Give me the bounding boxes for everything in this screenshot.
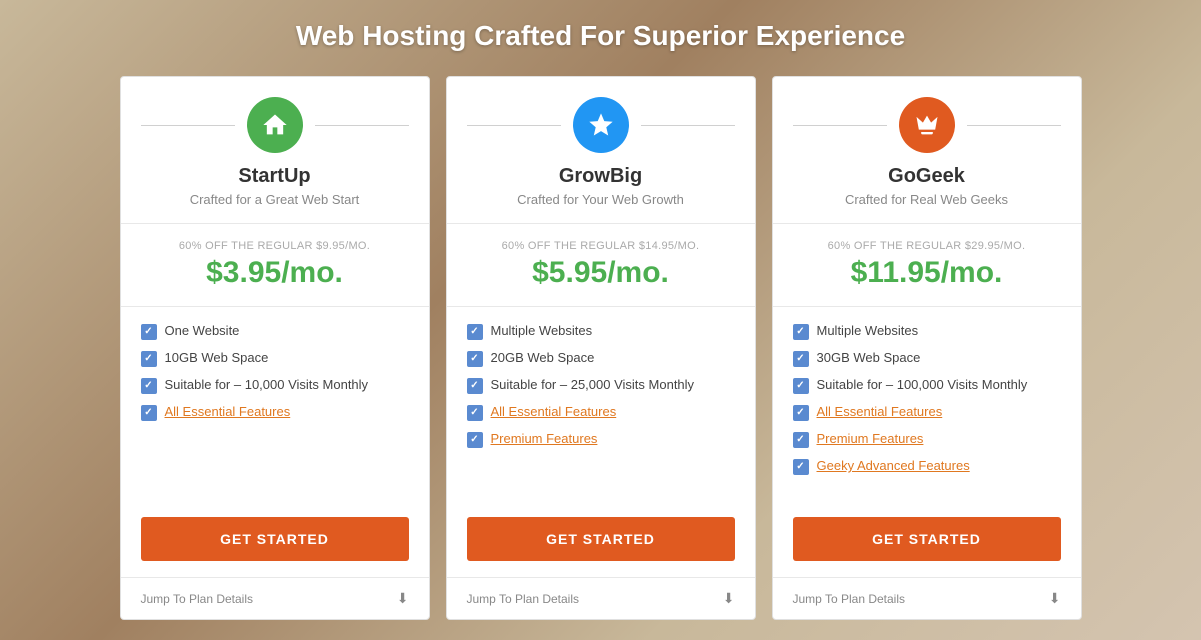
jump-to-plan-label-growbig: Jump To Plan Details — [467, 592, 580, 606]
feature-item-growbig-3: All Essential Features — [467, 404, 735, 421]
down-arrow-icon-gogeek: ⬇ — [1049, 590, 1061, 607]
feature-check-icon — [793, 324, 809, 340]
home-icon — [247, 97, 303, 153]
feature-item-startup-0: One Website — [141, 323, 409, 340]
icon-line-right — [315, 125, 409, 126]
jump-to-plan-label-gogeek: Jump To Plan Details — [793, 592, 906, 606]
plan-pricing-gogeek: 60% OFF THE REGULAR $29.95/MO. $11.95/mo… — [773, 224, 1081, 307]
plan-tagline-gogeek: Crafted for Real Web Geeks — [793, 192, 1061, 207]
feature-item-gogeek-4: Premium Features — [793, 431, 1061, 448]
feature-check-icon — [793, 459, 809, 475]
plan-icon-wrapper-startup — [141, 97, 409, 153]
star-icon — [573, 97, 629, 153]
feature-item-growbig-4: Premium Features — [467, 431, 735, 448]
plan-header-startup: StartUp Crafted for a Great Web Start — [121, 77, 429, 224]
plan-price-growbig: $5.95/mo. — [467, 256, 735, 290]
plan-cta-growbig: GET STARTED — [447, 501, 755, 577]
feature-check-icon — [141, 324, 157, 340]
feature-item-gogeek-1: 30GB Web Space — [793, 350, 1061, 367]
get-started-button-gogeek[interactable]: GET STARTED — [793, 517, 1061, 561]
feature-link-growbig-4[interactable]: Premium Features — [491, 431, 598, 446]
jump-to-plan-label-startup: Jump To Plan Details — [141, 592, 254, 606]
feature-item-growbig-2: Suitable for – 25,000 Visits Monthly — [467, 377, 735, 394]
plan-price-startup: $3.95/mo. — [141, 256, 409, 290]
feature-check-icon — [141, 351, 157, 367]
page-title: Web Hosting Crafted For Superior Experie… — [296, 20, 905, 52]
plan-footer-growbig[interactable]: Jump To Plan Details ⬇ — [447, 577, 755, 619]
feature-link-startup-3[interactable]: All Essential Features — [165, 404, 291, 419]
feature-check-icon — [467, 378, 483, 394]
down-arrow-icon-startup: ⬇ — [397, 590, 409, 607]
feature-check-icon — [467, 432, 483, 448]
feature-text: Suitable for – 10,000 Visits Monthly — [165, 377, 369, 392]
plan-name-startup: StartUp — [141, 165, 409, 188]
feature-link-gogeek-3[interactable]: All Essential Features — [817, 404, 943, 419]
feature-item-gogeek-5: Geeky Advanced Features — [793, 458, 1061, 475]
plan-name-gogeek: GoGeek — [793, 165, 1061, 188]
feature-item-growbig-0: Multiple Websites — [467, 323, 735, 340]
feature-check-icon — [467, 324, 483, 340]
plan-tagline-growbig: Crafted for Your Web Growth — [467, 192, 735, 207]
icon-line-left — [467, 125, 561, 126]
feature-check-icon — [467, 351, 483, 367]
plan-discount-growbig: 60% OFF THE REGULAR $14.95/MO. — [467, 240, 735, 252]
feature-text: One Website — [165, 323, 240, 338]
plan-header-gogeek: GoGeek Crafted for Real Web Geeks — [773, 77, 1081, 224]
plan-footer-startup[interactable]: Jump To Plan Details ⬇ — [121, 577, 429, 619]
icon-line-left — [793, 125, 887, 126]
plan-card-gogeek: GoGeek Crafted for Real Web Geeks 60% OF… — [772, 76, 1082, 620]
feature-check-icon — [141, 405, 157, 421]
plan-header-growbig: GrowBig Crafted for Your Web Growth — [447, 77, 755, 224]
feature-text: 20GB Web Space — [491, 350, 595, 365]
plan-features-gogeek: Multiple Websites 30GB Web Space Suitabl… — [773, 307, 1081, 501]
feature-text: 10GB Web Space — [165, 350, 269, 365]
feature-check-icon — [793, 432, 809, 448]
feature-item-startup-3: All Essential Features — [141, 404, 409, 421]
feature-item-startup-1: 10GB Web Space — [141, 350, 409, 367]
plan-cta-startup: GET STARTED — [121, 501, 429, 577]
feature-check-icon — [793, 351, 809, 367]
plan-pricing-startup: 60% OFF THE REGULAR $9.95/MO. $3.95/mo. — [121, 224, 429, 307]
plan-discount-gogeek: 60% OFF THE REGULAR $29.95/MO. — [793, 240, 1061, 252]
plan-price-gogeek: $11.95/mo. — [793, 256, 1061, 290]
plan-discount-startup: 60% OFF THE REGULAR $9.95/MO. — [141, 240, 409, 252]
down-arrow-icon-growbig: ⬇ — [723, 590, 735, 607]
feature-item-gogeek-3: All Essential Features — [793, 404, 1061, 421]
feature-check-icon — [467, 405, 483, 421]
icon-line-left — [141, 125, 235, 126]
feature-check-icon — [793, 378, 809, 394]
feature-text: Suitable for – 25,000 Visits Monthly — [491, 377, 695, 392]
feature-link-gogeek-4[interactable]: Premium Features — [817, 431, 924, 446]
feature-check-icon — [793, 405, 809, 421]
plan-features-startup: One Website 10GB Web Space Suitable for … — [121, 307, 429, 501]
feature-text: 30GB Web Space — [817, 350, 921, 365]
icon-line-right — [967, 125, 1061, 126]
get-started-button-startup[interactable]: GET STARTED — [141, 517, 409, 561]
feature-link-growbig-3[interactable]: All Essential Features — [491, 404, 617, 419]
icon-line-right — [641, 125, 735, 126]
feature-item-growbig-1: 20GB Web Space — [467, 350, 735, 367]
plan-cta-gogeek: GET STARTED — [773, 501, 1081, 577]
plan-footer-gogeek[interactable]: Jump To Plan Details ⬇ — [773, 577, 1081, 619]
plan-card-growbig: GrowBig Crafted for Your Web Growth 60% … — [446, 76, 756, 620]
plan-pricing-growbig: 60% OFF THE REGULAR $14.95/MO. $5.95/mo. — [447, 224, 755, 307]
feature-item-gogeek-2: Suitable for – 100,000 Visits Monthly — [793, 377, 1061, 394]
crown-icon — [899, 97, 955, 153]
plan-icon-wrapper-gogeek — [793, 97, 1061, 153]
feature-item-gogeek-0: Multiple Websites — [793, 323, 1061, 340]
plan-tagline-startup: Crafted for a Great Web Start — [141, 192, 409, 207]
get-started-button-growbig[interactable]: GET STARTED — [467, 517, 735, 561]
plan-name-growbig: GrowBig — [467, 165, 735, 188]
feature-text: Multiple Websites — [491, 323, 593, 338]
feature-text: Multiple Websites — [817, 323, 919, 338]
plans-container: StartUp Crafted for a Great Web Start 60… — [101, 76, 1101, 620]
plan-card-startup: StartUp Crafted for a Great Web Start 60… — [120, 76, 430, 620]
feature-item-startup-2: Suitable for – 10,000 Visits Monthly — [141, 377, 409, 394]
feature-check-icon — [141, 378, 157, 394]
feature-text: Suitable for – 100,000 Visits Monthly — [817, 377, 1028, 392]
plan-features-growbig: Multiple Websites 20GB Web Space Suitabl… — [447, 307, 755, 501]
feature-link-gogeek-5[interactable]: Geeky Advanced Features — [817, 458, 970, 473]
plan-icon-wrapper-growbig — [467, 97, 735, 153]
